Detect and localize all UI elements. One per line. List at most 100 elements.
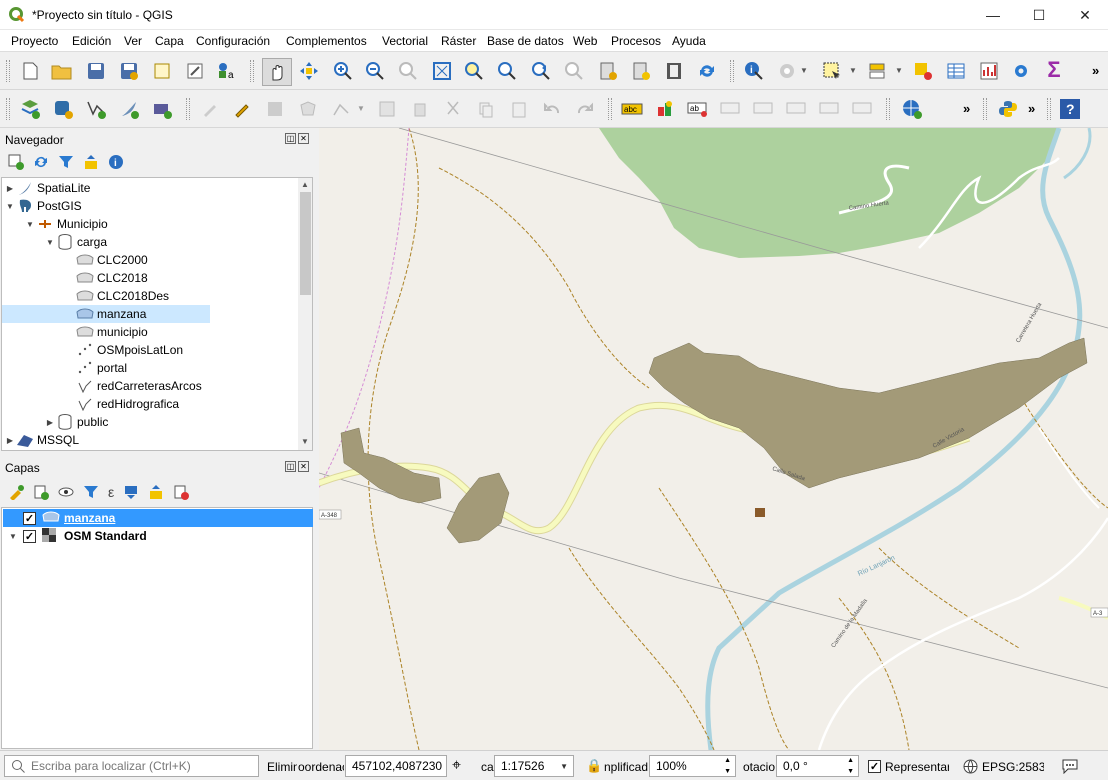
dropdown-arrow-icon[interactable]: ▼ xyxy=(357,104,365,113)
browser-scrollbar[interactable]: ▲ ▼ xyxy=(298,178,312,450)
close-panel-icon[interactable]: ✕ xyxy=(298,461,309,472)
collapse-all-icon[interactable] xyxy=(148,484,164,500)
toolbar-overflow-icon[interactable]: » xyxy=(1028,101,1035,116)
maximize-button[interactable]: ☐ xyxy=(1016,0,1062,30)
toolbar-grip[interactable] xyxy=(1047,98,1051,120)
expand-all-icon[interactable] xyxy=(123,484,139,500)
attribute-table-icon[interactable] xyxy=(944,59,968,83)
filter-legend-icon[interactable] xyxy=(83,484,99,500)
scale-combo[interactable]: 1:17526 ▼ xyxy=(494,755,574,777)
toolbar-grip[interactable] xyxy=(6,60,10,82)
spin-up-icon[interactable]: ▲ xyxy=(847,757,854,764)
float-panel-icon[interactable]: ◫ xyxy=(285,133,296,144)
rotation-spinbox[interactable]: 0,0 ° ▲ ▼ xyxy=(776,755,859,777)
move-label-icon[interactable] xyxy=(785,97,809,121)
tree-item-mssql[interactable]: ▶ MSSQL xyxy=(4,431,79,449)
highlight-pinned-labels-icon[interactable]: ab xyxy=(686,97,710,121)
zoom-full-icon[interactable] xyxy=(430,59,454,83)
menu-capa[interactable]: Capa xyxy=(155,34,184,48)
tree-item-redcarreterasarcos[interactable]: redCarreterasArcos xyxy=(76,377,202,395)
scroll-down-icon[interactable]: ▼ xyxy=(301,437,309,446)
pan-map-icon[interactable] xyxy=(262,58,292,86)
spin-up-icon[interactable]: ▲ xyxy=(724,757,731,764)
modify-attributes-icon[interactable] xyxy=(375,97,399,121)
identify-features-icon[interactable]: i xyxy=(742,59,766,83)
layer-row-osm-standard[interactable]: ▼ ✓ OSM Standard xyxy=(3,527,313,545)
new-bookmark-icon[interactable] xyxy=(596,59,620,83)
info-icon[interactable]: i xyxy=(108,154,124,170)
tree-item-clc2018des[interactable]: CLC2018Des xyxy=(76,287,169,305)
rotate-label-icon[interactable] xyxy=(818,97,842,121)
toolbar-overflow-icon[interactable]: » xyxy=(1092,63,1099,78)
menu-complementos[interactable]: Complementos xyxy=(286,34,367,48)
tree-item-public[interactable]: ▶ public xyxy=(44,413,108,431)
new-spatialite-layer-icon[interactable] xyxy=(117,97,141,121)
label-toolbar-icon[interactable]: abc xyxy=(620,97,644,121)
dropdown-arrow-icon[interactable]: ▼ xyxy=(895,66,903,75)
deselect-all-icon[interactable] xyxy=(911,59,935,83)
temporal-controller-icon[interactable] xyxy=(662,59,686,83)
open-project-icon[interactable] xyxy=(50,59,74,83)
new-print-layout-icon[interactable] xyxy=(150,59,174,83)
close-button[interactable]: ✕ xyxy=(1062,0,1108,30)
zoom-next-icon[interactable] xyxy=(562,59,586,83)
layer-visibility-checkbox[interactable]: ✓ xyxy=(23,511,36,525)
collapse-arrow-icon[interactable]: ▼ xyxy=(3,532,23,541)
zoom-to-layer-icon[interactable] xyxy=(495,59,519,83)
tree-item-osmpoislatlon[interactable]: OSMpoisLatLon xyxy=(76,341,183,359)
new-shapefile-layer-icon[interactable] xyxy=(84,97,108,121)
zoom-out-icon[interactable] xyxy=(363,59,387,83)
save-as-icon[interactable] xyxy=(117,59,141,83)
remove-messages-label[interactable]: Elimin xyxy=(267,760,297,774)
pin-labels-icon[interactable] xyxy=(719,97,743,121)
expand-arrow-icon[interactable]: ▶ xyxy=(4,184,16,193)
current-edits-icon[interactable] xyxy=(198,97,222,121)
redo-icon[interactable] xyxy=(573,97,597,121)
manage-visibility-icon[interactable] xyxy=(58,484,74,500)
run-action-icon[interactable] xyxy=(775,59,799,83)
coordinate-field[interactable]: 457102,4087230 xyxy=(345,755,447,777)
tree-item-redhidrografica[interactable]: redHidrografica xyxy=(76,395,179,413)
refresh-icon[interactable] xyxy=(33,154,49,170)
sigma-icon[interactable]: Σ xyxy=(1042,57,1066,82)
layout-manager-icon[interactable] xyxy=(183,59,207,83)
statistics-icon[interactable] xyxy=(977,59,1001,83)
save-project-icon[interactable] xyxy=(84,59,108,83)
toolbar-grip[interactable] xyxy=(886,98,890,120)
scroll-thumb[interactable] xyxy=(300,192,311,295)
chevron-down-icon[interactable]: ▼ xyxy=(560,762,568,771)
toolbar-grip[interactable] xyxy=(250,60,254,82)
tree-item-postgis[interactable]: ▼ PostGIS xyxy=(4,197,82,215)
dropdown-arrow-icon[interactable]: ▼ xyxy=(800,66,808,75)
select-features-icon[interactable] xyxy=(820,59,844,83)
menu-ayuda[interactable]: Ayuda xyxy=(672,34,706,48)
undo-icon[interactable] xyxy=(540,97,564,121)
collapse-arrow-icon[interactable]: ▼ xyxy=(4,202,16,211)
open-styling-panel-icon[interactable] xyxy=(8,484,24,500)
magnifier-spinbox[interactable]: 100% ▲ ▼ xyxy=(649,755,736,777)
float-panel-icon[interactable]: ◫ xyxy=(285,461,296,472)
processing-toolbox-icon[interactable] xyxy=(1009,59,1033,83)
lock-scale-icon[interactable]: 🔒 xyxy=(586,758,602,774)
menu-edicion[interactable]: Edición xyxy=(72,34,111,48)
save-edits-icon[interactable] xyxy=(263,97,287,121)
change-label-icon[interactable] xyxy=(851,97,875,121)
delete-selected-icon[interactable] xyxy=(408,97,432,121)
tree-item-clc2018[interactable]: CLC2018 xyxy=(76,269,148,287)
toggle-editing-icon[interactable] xyxy=(230,97,254,121)
minimize-button[interactable]: — xyxy=(970,0,1016,30)
toolbar-grip[interactable] xyxy=(983,98,987,120)
collapse-arrow-icon[interactable]: ▼ xyxy=(44,238,56,247)
new-project-icon[interactable] xyxy=(18,59,42,83)
menu-web[interactable]: Web xyxy=(573,34,597,48)
remove-layer-icon[interactable] xyxy=(173,484,190,500)
collapse-arrow-icon[interactable]: ▼ xyxy=(24,220,36,229)
layer-visibility-checkbox[interactable]: ✓ xyxy=(23,529,36,543)
menu-vectorial[interactable]: Vectorial xyxy=(382,34,428,48)
tree-item-clc2000[interactable]: CLC2000 xyxy=(76,251,148,269)
manzana-polygon[interactable] xyxy=(648,337,1088,489)
toolbar-grip[interactable] xyxy=(730,60,734,82)
python-console-icon[interactable] xyxy=(996,97,1020,121)
tree-item-portal[interactable]: portal xyxy=(76,359,127,377)
toolbar-grip[interactable] xyxy=(608,98,612,120)
